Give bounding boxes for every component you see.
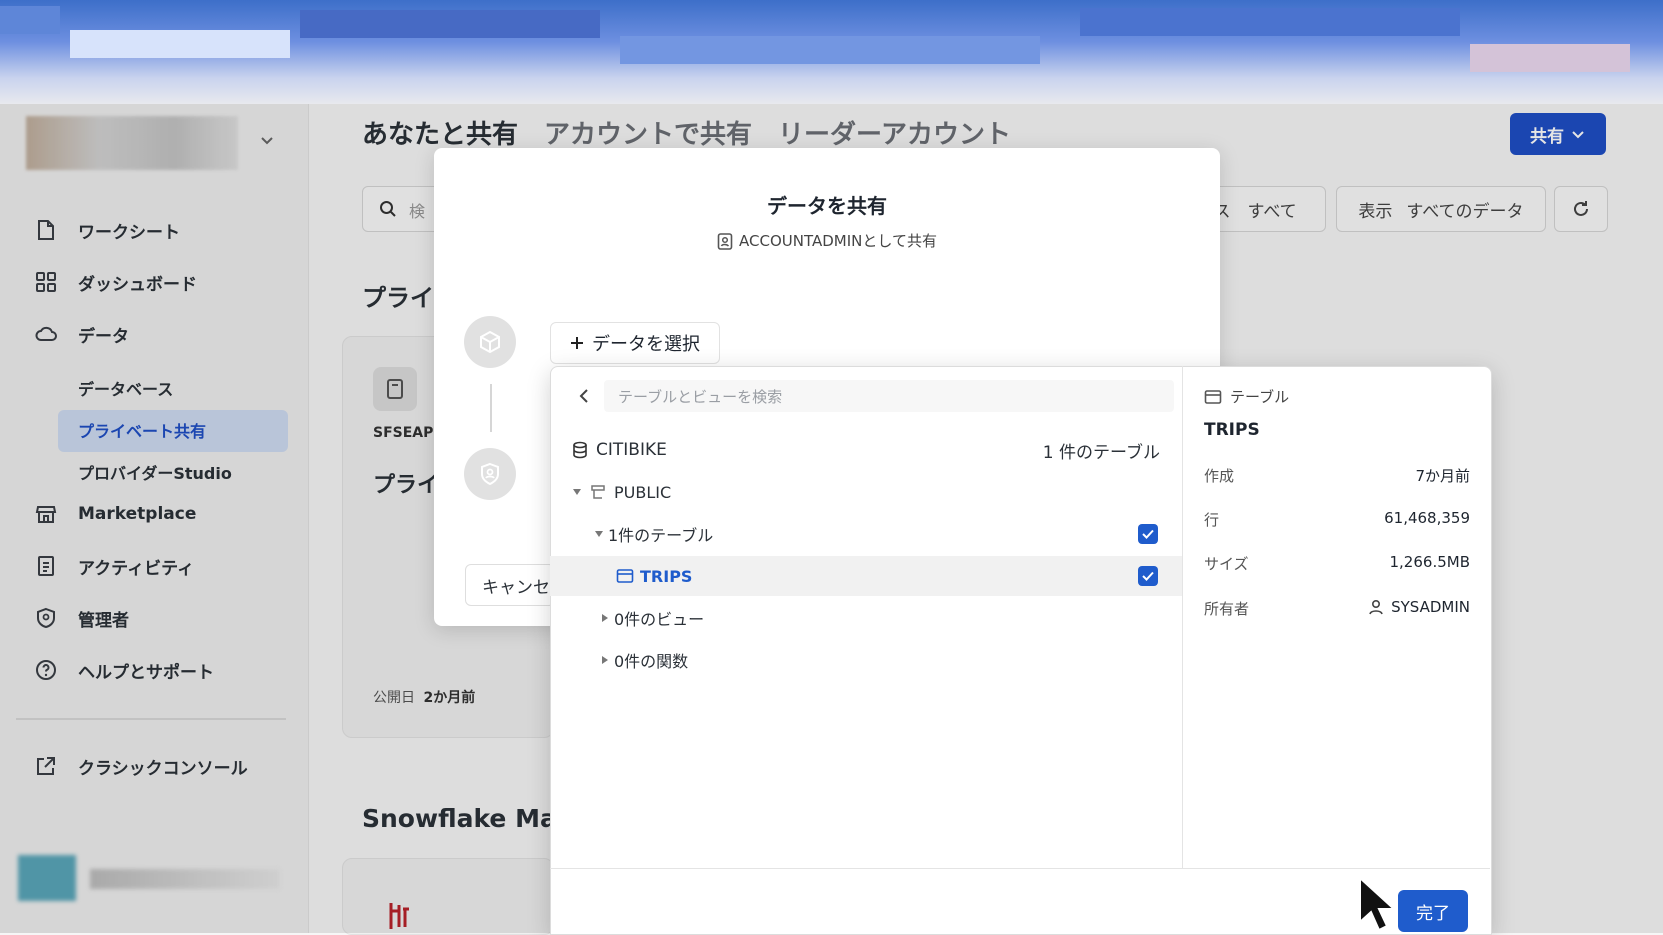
table-search-placeholder: テーブルとビューを検索 [618,387,783,406]
table-search-input[interactable]: テーブルとビューを検索 [604,380,1174,412]
select-data-button[interactable]: データを選択 [550,322,720,364]
functions-group-label: 0件の関数 [614,652,689,671]
caret-down-icon [595,531,603,537]
detail-label-owner: 所有者 [1204,600,1250,618]
user-badge-icon [717,232,733,250]
detail-value-size: 1,266.5MB [1389,553,1471,571]
detail-value-owner-wrap: SYSADMIN [1300,598,1470,616]
plus-icon [571,337,583,349]
dialog-subtitle: ACCOUNTADMINとして共有 [434,230,1220,251]
tables-group-label: 1件のテーブル [608,526,714,545]
done-button[interactable]: 完了 [1398,890,1468,932]
caret-right-icon [602,656,608,664]
picker-divider [1182,366,1183,868]
detail-value-owner: SYSADMIN [1391,598,1470,616]
blurred-browser-bar [0,0,1663,104]
table-icon [616,569,634,583]
select-data-label: データを選択 [592,334,700,355]
database-table-count: 1 件のテーブル [1042,442,1160,463]
back-button[interactable] [572,384,596,408]
cancel-label: キャンセ [482,577,550,598]
table-checkbox[interactable] [1138,566,1158,586]
table-name: TRIPS [640,566,693,586]
tree-database-row[interactable]: CITIBIKE 1 件のテーブル [550,430,1182,470]
tree-tables-group[interactable]: 1件のテーブル [550,514,1182,554]
dialog-subtitle-text: ACCOUNTADMINとして共有 [739,232,937,250]
detail-type-label: テーブル [1230,388,1290,406]
detail-type: テーブル [1204,386,1289,407]
tree-table-row-trips[interactable]: TRIPS [550,556,1182,596]
dialog-title: データを共有 [767,194,887,218]
account-shield-icon [481,462,499,486]
schema-icon [591,485,605,499]
tree-functions-group[interactable]: 0件の関数 [550,640,1182,680]
detail-label-size: サイズ [1204,555,1249,573]
detail-label-created: 作成 [1204,467,1235,485]
detail-value-created: 7か月前 [1415,467,1470,485]
user-icon [1369,599,1383,615]
caret-down-icon [573,489,581,495]
table-icon [1204,389,1222,404]
detail-label-rows: 行 [1204,511,1220,529]
database-icon [573,441,587,459]
cancel-button[interactable]: キャンセ [465,564,555,606]
chevron-left-icon [579,389,588,403]
detail-value-rows: 61,468,359 [1384,509,1470,527]
step-connector [490,384,492,432]
tables-group-checkbox[interactable] [1138,524,1158,544]
database-name: CITIBIKE [596,440,667,460]
views-group-label: 0件のビュー [614,610,705,629]
check-icon [1142,571,1154,581]
picker-footer-divider [550,868,1490,869]
step-consumer-icon [464,448,516,500]
detail-name: TRIPS [1204,420,1260,440]
check-icon [1142,529,1154,539]
done-label: 完了 [1416,903,1450,924]
tree-views-group[interactable]: 0件のビュー [550,598,1182,638]
mouse-cursor-icon [1359,876,1394,932]
tree-schema-row[interactable]: PUBLIC [550,472,1182,512]
schema-name: PUBLIC [614,482,672,502]
caret-right-icon [602,614,608,622]
cube-icon [480,330,500,354]
step-data-icon [464,316,516,368]
